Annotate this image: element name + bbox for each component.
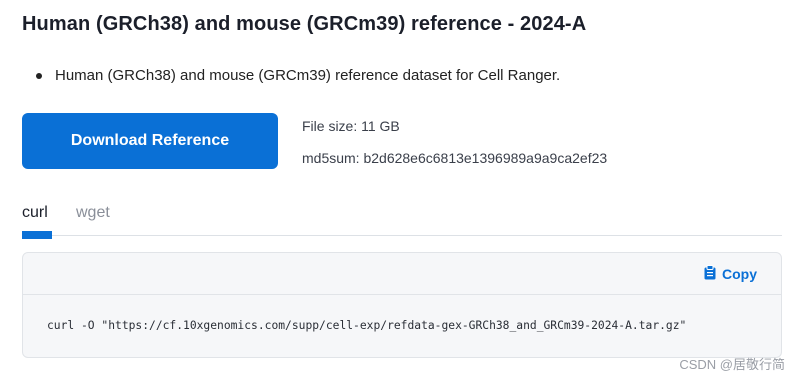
download-reference-button[interactable]: Download Reference: [22, 113, 278, 169]
md5sum-label: md5sum: b2d628e6c6813e1396989a9a9ca2ef23: [302, 150, 608, 166]
page-title: Human (GRCh38) and mouse (GRCm39) refere…: [22, 13, 587, 35]
list-item-text: Human (GRCh38) and mouse (GRCm39) refere…: [55, 67, 561, 84]
file-size-label: File size: 11 GB: [302, 118, 400, 134]
list-item: Human (GRCh38) and mouse (GRCm39) refere…: [36, 67, 560, 84]
bullet-icon: [36, 72, 42, 79]
tab-curl[interactable]: curl: [22, 204, 48, 230]
code-command[interactable]: curl -O "https://cf.10xgenomics.com/supp…: [47, 319, 686, 332]
code-block: Copy curl -O "https://cf.10xgenomics.com…: [22, 252, 782, 358]
clipboard-icon: [704, 265, 722, 283]
code-block-header: Copy: [23, 253, 781, 295]
copy-button[interactable]: Copy: [704, 265, 757, 283]
copy-button-label: Copy: [722, 266, 757, 282]
active-tab-indicator: [22, 231, 52, 239]
watermark: CSDN @居敬行简: [679, 357, 785, 372]
download-method-tabs: curl wget: [22, 200, 782, 239]
tab-wget[interactable]: wget: [76, 204, 110, 230]
